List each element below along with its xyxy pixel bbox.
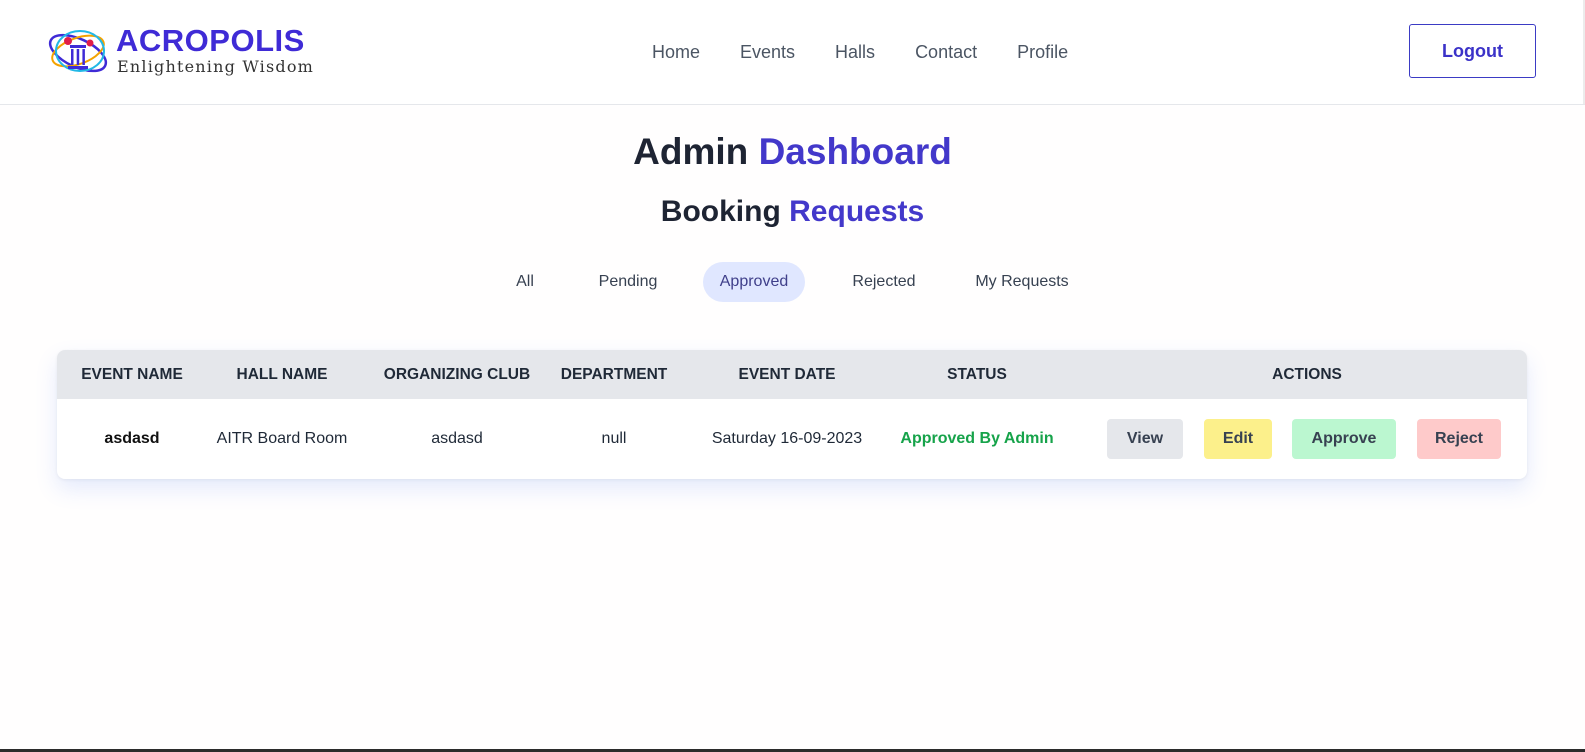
nav-profile-link[interactable]: Profile <box>1017 40 1068 64</box>
edit-button[interactable]: Edit <box>1204 419 1272 459</box>
tab-pending[interactable]: Pending <box>588 262 668 302</box>
column-header-event-name: EVENT NAME <box>81 366 183 383</box>
booking-requests-table: EVENT NAME HALL NAME ORGANIZING CLUB DEP… <box>57 350 1527 479</box>
cell-hall-name: AITR Board Room <box>216 430 348 447</box>
brand-title: ACROPOLIS <box>116 23 305 58</box>
brand-logo[interactable]: ACROPOLIS Enlightening Wisdom <box>46 21 316 81</box>
acropolis-column-emblem-icon <box>48 30 108 73</box>
tab-rejected[interactable]: Rejected <box>842 262 926 302</box>
table-row: asdasd AITR Board Room asdasd null Satur… <box>57 399 1527 479</box>
column-header-event-date: EVENT DATE <box>738 366 836 383</box>
filter-tabs: All Pending Approved Rejected My Request… <box>0 262 1585 302</box>
column-header-hall-name: HALL NAME <box>236 366 328 383</box>
cell-organizing-club: asdasd <box>431 430 483 447</box>
reject-button[interactable]: Reject <box>1417 419 1501 459</box>
nav-home-link[interactable]: Home <box>652 40 700 64</box>
brand-tagline: Enlightening Wisdom <box>117 57 315 76</box>
nav-events-link[interactable]: Events <box>740 40 795 64</box>
cell-event-date: Saturday 16-09-2023 <box>711 430 863 447</box>
section-title: Booking Requests <box>0 192 1585 232</box>
tab-my-requests[interactable]: My Requests <box>967 262 1077 302</box>
tab-approved[interactable]: Approved <box>703 262 805 302</box>
column-header-department: DEPARTMENT <box>560 366 668 383</box>
approve-button[interactable]: Approve <box>1292 419 1396 459</box>
top-header: ACROPOLIS Enlightening Wisdom Home Event… <box>0 0 1585 105</box>
cell-event-name: asdasd <box>104 430 160 447</box>
page-title-accent: Dashboard <box>758 131 952 172</box>
column-header-status: STATUS <box>947 366 1007 383</box>
page-title: Admin Dashboard <box>0 128 1585 176</box>
nav-halls-link[interactable]: Halls <box>835 40 875 64</box>
cell-department: null <box>601 430 627 447</box>
section-title-plain: Booking <box>660 195 781 228</box>
page-title-plain: Admin <box>633 131 749 172</box>
column-header-organizing-club: ORGANIZING CLUB <box>383 366 531 383</box>
table-header-row: EVENT NAME HALL NAME ORGANIZING CLUB DEP… <box>57 350 1527 399</box>
main-nav: Home Events Halls Contact Profile <box>652 40 1108 64</box>
section-title-accent: Requests <box>789 195 925 228</box>
tab-all[interactable]: All <box>500 262 550 302</box>
view-button[interactable]: View <box>1107 419 1183 459</box>
logout-button[interactable]: Logout <box>1409 24 1536 78</box>
nav-contact-link[interactable]: Contact <box>915 40 977 64</box>
column-header-actions: ACTIONS <box>1272 366 1342 383</box>
status-badge: Approved By Admin <box>900 430 1054 447</box>
